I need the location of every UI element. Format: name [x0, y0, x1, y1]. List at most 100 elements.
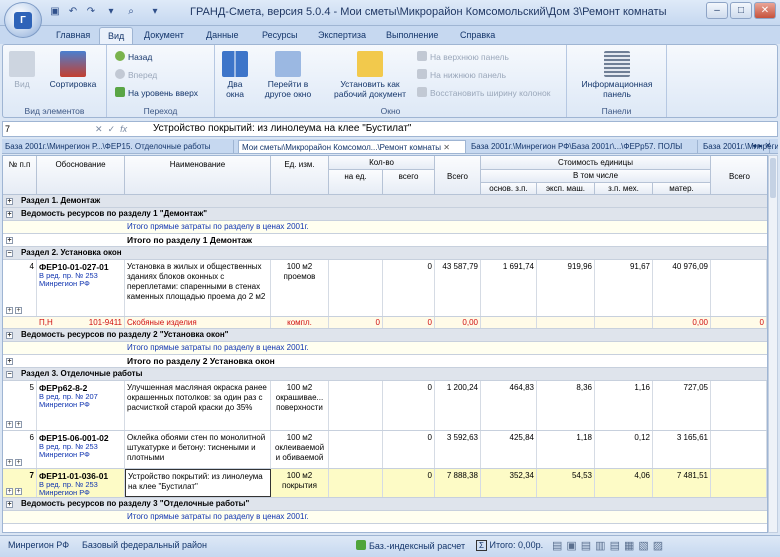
section-row[interactable]: − Раздел 2. Установка окон	[3, 247, 767, 260]
binoculars-icon[interactable]: ⌕	[124, 5, 138, 19]
back-arrow-icon	[115, 51, 125, 61]
col-incl[interactable]: В том числе	[481, 170, 711, 183]
tab-document[interactable]: Документ	[136, 27, 192, 44]
group-label: Вид элементов	[24, 106, 85, 116]
tab-resources[interactable]: Ресурсы	[254, 27, 306, 44]
back-button[interactable]: Назад	[115, 51, 152, 63]
save-icon[interactable]: ▣	[48, 5, 62, 19]
tab-home[interactable]: Главная	[48, 27, 98, 44]
tab-execution[interactable]: Выполнение	[378, 27, 446, 44]
bottom-panel-button[interactable]: На нижнюю панель	[417, 69, 506, 81]
col-unit[interactable]: Ед. изм.	[271, 156, 329, 195]
resource-row[interactable]: П,Н 101-9411 Скобяные изделия компл. 0 0…	[3, 317, 767, 329]
col-basis[interactable]: Обоснование	[37, 156, 125, 195]
forward-button[interactable]: Вперед	[115, 69, 157, 81]
doc-tab-room-repair[interactable]: Мои сметы\Микрорайон Комсомол...\Ремонт …	[238, 140, 466, 153]
status-calc[interactable]: Баз.-индексный расчет	[356, 540, 465, 551]
subtotal-row[interactable]: Итого прямые затраты по разделу в ценах …	[3, 221, 767, 234]
bottom-panel-icon	[417, 69, 427, 79]
expand-icon[interactable]: +	[6, 211, 13, 218]
info-panel-button[interactable]: Информационная панель	[573, 51, 661, 99]
expand-icon[interactable]: +	[6, 332, 13, 339]
restore-columns-button[interactable]: Восстановить ширину колонок	[417, 87, 550, 99]
table-row-selected[interactable]: 7 ФЕР11-01-036-01 В ред. пр. № 253 Минрег…	[3, 469, 767, 498]
level-up-button[interactable]: На уровень вверх	[115, 87, 198, 99]
expand-icon[interactable]: +	[6, 421, 13, 428]
view-button[interactable]: Вид	[9, 51, 35, 89]
expand-icon[interactable]: +	[6, 237, 13, 244]
table-row[interactable]: 5 ФЕРр62-8-2 В ред. пр. № 207 Минрегион Р…	[3, 381, 767, 431]
resources-row[interactable]: + Ведомость ресурсов по разделу 3 "Отдело…	[3, 498, 767, 511]
status-region[interactable]: Минрегион РФ	[8, 540, 69, 550]
expand-icon[interactable]: +	[15, 488, 22, 495]
maximize-button[interactable]: □	[730, 2, 752, 19]
col-mater[interactable]: матер.	[653, 183, 711, 195]
col-zpmeh[interactable]: з.п. мех.	[595, 183, 653, 195]
section-total-row[interactable]: + Итого по разделу 2 Установка окон	[3, 355, 767, 368]
doc-tab-fer15[interactable]: База 2001г.\Минрегион Р...\ФЕР15. Отдело…	[2, 140, 234, 153]
col-qty-per[interactable]: на ед.	[329, 170, 383, 195]
goto-window-button[interactable]: Перейти в другое окно	[255, 51, 321, 99]
col-name[interactable]: Наименование	[125, 156, 271, 195]
col-unit-cost[interactable]: Стоимость единицы	[481, 156, 711, 170]
redo-icon[interactable]: ↷	[84, 5, 98, 19]
formula-value[interactable]: Устройство покрытий: из линолеума на кле…	[153, 123, 411, 135]
close-tab-icon[interactable]: ✕	[443, 143, 450, 152]
col-total[interactable]: Всего	[435, 156, 481, 195]
close-button[interactable]: ✕	[754, 2, 776, 19]
function-icon[interactable]: fx	[120, 124, 127, 134]
quick-access-dropdown-icon[interactable]: ▾	[104, 5, 118, 19]
expand-icon[interactable]: +	[6, 358, 13, 365]
vertical-scrollbar[interactable]	[768, 155, 778, 533]
cancel-icon[interactable]: ✕	[95, 124, 103, 134]
resources-row[interactable]: + Ведомость ресурсов по разделу 1 "Демонт…	[3, 208, 767, 221]
collapse-icon[interactable]: −	[6, 371, 13, 378]
table-row[interactable]: 4 ФЕР10-01-027-01 В ред. пр. № 253 Минрег…	[3, 260, 767, 317]
set-working-document-button[interactable]: Установить как рабочий документ	[327, 51, 413, 99]
expand-icon[interactable]: +	[6, 501, 13, 508]
col-qty-total[interactable]: всего	[383, 170, 435, 195]
sort-button[interactable]: Сортировка	[45, 51, 101, 89]
top-panel-button[interactable]: На верхнюю панель	[417, 51, 509, 63]
expand-icon[interactable]: +	[6, 488, 13, 495]
status-district[interactable]: Базовый федеральный район	[82, 540, 207, 550]
expand-icon[interactable]: +	[6, 307, 13, 314]
scroll-thumb[interactable]	[770, 158, 776, 198]
table-row[interactable]: 6 ФЕР15-06-001-02 В ред. пр. № 253 Минрег…	[3, 431, 767, 469]
section-row[interactable]: + Раздел 1. Демонтаж	[3, 195, 767, 208]
expand-icon[interactable]: +	[15, 307, 22, 314]
application-button[interactable]: Г	[4, 2, 42, 38]
minimize-button[interactable]: –	[706, 2, 728, 19]
tab-help[interactable]: Справка	[452, 27, 503, 44]
subtotal-row[interactable]: Итого прямые затраты по разделу в ценах …	[3, 511, 767, 524]
resources-row[interactable]: + Ведомость ресурсов по разделу 2 "Устано…	[3, 329, 767, 342]
active-cell[interactable]: Устройство покрытий: из линолеума на кле…	[125, 469, 271, 497]
expand-icon[interactable]: +	[6, 459, 13, 466]
collapse-icon[interactable]: −	[6, 250, 13, 257]
status-tool-icons[interactable]: ▤▣▤▥▤▦▧▨	[552, 539, 772, 553]
tab-expertise[interactable]: Экспертиза	[310, 27, 374, 44]
tab-view[interactable]: Вид	[99, 27, 134, 44]
col-osn[interactable]: основ. з.п.	[481, 183, 537, 195]
confirm-icon[interactable]: ✓	[108, 124, 116, 134]
col-qty[interactable]: Кол-во	[329, 156, 435, 170]
col-total2[interactable]: Всего	[711, 156, 767, 195]
group-panels: Информационная панель Панели	[567, 45, 667, 117]
status-total[interactable]: Σ Итого: 0,00р.	[476, 540, 543, 551]
undo-icon[interactable]: ↶	[66, 5, 80, 19]
cell-reference[interactable]: 7	[5, 123, 89, 135]
tab-data[interactable]: Данные	[198, 27, 247, 44]
subtotal-row[interactable]: Итого прямые затраты по разделу в ценах …	[3, 342, 767, 355]
tab-scroll-icon[interactable]: ◂ ▸ ✕	[752, 141, 771, 150]
col-eksp[interactable]: эксп. маш.	[537, 183, 595, 195]
section-row[interactable]: − Раздел 3. Отделочные работы	[3, 368, 767, 381]
two-windows-button[interactable]: Два окна	[221, 51, 249, 99]
customize-dropdown-icon[interactable]: ▾	[148, 5, 162, 19]
doc-tab-ferr57[interactable]: База 2001г.\Минрегион РФ\База 2001г\...\…	[468, 140, 698, 153]
col-num[interactable]: № п.п	[3, 156, 37, 195]
expand-icon[interactable]: +	[6, 198, 13, 205]
expand-icon[interactable]: +	[15, 459, 22, 466]
section-total-row[interactable]: + Итого по разделу 1 Демонтаж	[3, 234, 767, 247]
expand-icon[interactable]: +	[15, 421, 22, 428]
group-view-elements: Вид Сортировка Вид элементов	[3, 45, 107, 117]
